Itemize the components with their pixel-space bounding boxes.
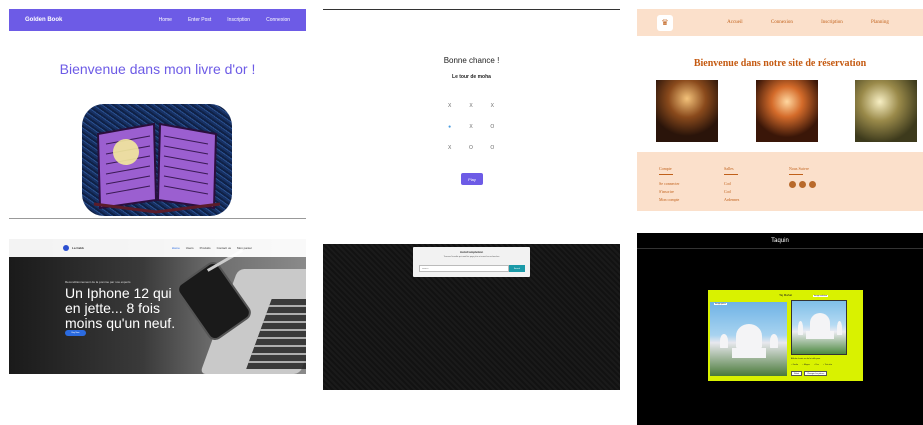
nav-enter-post[interactable]: Enter Post [188,17,211,23]
buy-now-button[interactable]: Buy Now [65,330,86,336]
divider [9,218,306,219]
tictactoe-screenshot: Bonne chance ! Le tour de moha X X X ● X… [323,9,620,219]
reset-button[interactable]: Réinit [791,371,803,376]
puzzle-panel: Taj Mahal Image pièce Image solution Aff… [708,290,863,381]
search-card: AutoCompletion Trouvez l'insolite qui re… [413,247,530,277]
play-button[interactable]: Play [461,173,483,185]
game-title: Bonne chance ! [443,56,500,65]
open-book-image [82,104,232,216]
nav-users[interactable]: Users [186,246,194,250]
crown-icon[interactable]: ♛ [657,14,673,31]
change-pieces-button[interactable]: Changer les pièces [804,371,828,376]
puzzle-pieces-image[interactable] [710,302,787,376]
hero-eyebrow: Reconditionnement de la pomme par nos ex… [65,280,131,284]
nav-inscription[interactable]: Inscription [821,20,843,25]
footer-link[interactable]: Mon compte [659,197,680,202]
radio-facile[interactable]: ○ Facile [791,364,798,366]
pieces-label: Image pièce [714,303,727,305]
nav-planning[interactable]: Planning [871,20,889,25]
board-cell[interactable]: X [460,95,481,116]
difficulty-options: ○ Facile ○ Moyen ○ Dur ○ Très dur [791,364,832,366]
radio-tres-dur[interactable]: ○ Très dur [823,364,832,366]
autocomplete-screenshot: AutoCompletion Trouvez l'insolite qui re… [323,244,620,390]
social-icons [789,181,816,188]
iphone-navbar: La Cabb Home Users Produits Contact us M… [9,239,306,257]
nav-links: Home Users Produits Contact us Mon panie… [172,246,252,250]
search-row: Search [419,265,525,272]
nav-produits[interactable]: Produits [200,246,211,250]
footer-link[interactable]: S'inscrire [659,189,680,194]
solution-label: Image solution [813,295,829,297]
board-cell[interactable]: O [482,116,503,137]
radio-dur[interactable]: ○ Dur [814,364,819,366]
board-cell[interactable]: X [482,95,503,116]
nav-links: Accueil Connexion Inscription Planning [713,20,903,25]
reservation-footer: Compte Se connecter S'inscrire Mon compt… [637,152,923,211]
nav-home[interactable]: Home [172,246,180,250]
board-cell[interactable]: O [460,138,481,159]
taquin-header: Taquin [637,233,923,249]
board-cell[interactable]: X [439,95,460,116]
brand-logo[interactable]: Golden Book [25,17,159,23]
footer-col-social: Nous Suivre [789,166,816,188]
card-title: AutoCompletion [459,250,484,254]
reservation-navbar: ♛ Accueil Connexion Inscription Planning [637,9,923,36]
puzzle-solution-image [791,300,847,355]
board-cell[interactable]: X [439,138,460,159]
board-cell[interactable]: X [460,116,481,137]
footer-link[interactable]: Cod [724,181,739,186]
twitter-icon[interactable] [799,181,806,188]
search-input[interactable] [419,265,509,272]
facebook-icon[interactable] [789,181,796,188]
board-cell[interactable]: ● [439,116,460,137]
golden-book-navbar: Golden Book Home Enter Post Inscription … [9,9,306,31]
turn-indicator: Le tour de moha [452,74,491,80]
golden-book-screenshot: Golden Book Home Enter Post Inscription … [9,9,306,219]
welcome-heading: Bienvenue dans mon livre d'or ! [59,61,256,77]
nav-connexion[interactable]: Connexion [771,20,793,25]
footer-link[interactable]: Se connecter [659,181,680,186]
nav-panier[interactable]: Mon panier [237,246,252,250]
banquet-photo [656,80,718,142]
brand-name[interactable]: La Cabb [72,246,172,250]
iphone-landing-screenshot: La Cabb Home Users Produits Contact us M… [9,239,306,374]
footer-link[interactable]: Ardennes [724,197,739,202]
brand-logo-icon[interactable] [63,245,69,251]
radio-moyen[interactable]: ○ Moyen [802,364,810,366]
panel-title: Taj Mahal [779,293,792,297]
nav-accueil[interactable]: Accueil [727,20,743,25]
footer-col-salles: Salles Cod Cod Ardennes [724,166,740,202]
venue-photos [656,80,923,142]
board-cell[interactable]: O [482,138,503,159]
instagram-icon[interactable] [809,181,816,188]
book-icon [93,122,221,214]
taquin-screenshot: Taquin Taj Mahal Image pièce Image solut… [637,233,923,425]
card-description: Trouvez l'insolite qui rend les pays plu… [443,256,500,258]
nav-connexion[interactable]: Connexion [266,17,290,23]
concert-photo [756,80,818,142]
difficulty-caption: Affiche choisir un de la taille pour [791,358,821,360]
footer-col-compte: Compte Se connecter S'inscrire Mon compt… [659,166,680,202]
nav-home[interactable]: Home [159,17,172,23]
reservation-screenshot: ♛ Accueil Connexion Inscription Planning… [637,9,923,211]
footer-link[interactable]: Cod [724,189,739,194]
puzzle-actions: Réinit Changer les pièces [791,371,828,376]
game-board: X X X ● X O X O O [439,95,503,159]
nav-contact[interactable]: Contact us [217,246,231,250]
hero-headline: Un Iphone 12 qui en jette... 8 fois moin… [65,285,176,331]
garden-photo [855,80,917,142]
reservation-title: Bienvenue dans notre site de réservation [693,58,867,69]
search-button[interactable]: Search [509,265,525,272]
nav-inscription[interactable]: Inscription [227,17,250,23]
nav-links: Home Enter Post Inscription Connexion [159,17,290,23]
